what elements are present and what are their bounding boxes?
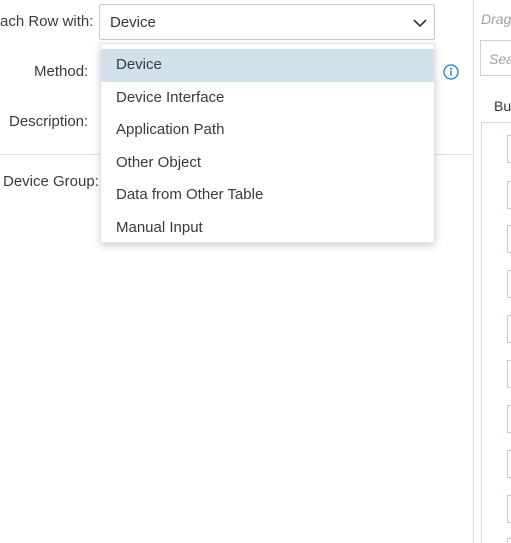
right-search-input[interactable]: Sea: [480, 40, 511, 76]
each-row-with-label: ach Row with:: [0, 13, 94, 30]
tray-item[interactable]: [507, 450, 511, 478]
tray-item[interactable]: [507, 270, 511, 298]
tray-item[interactable]: [507, 495, 511, 523]
tray-item[interactable]: [507, 225, 511, 253]
tray-item[interactable]: [507, 315, 511, 343]
each-row-with-select[interactable]: Device: [99, 4, 435, 40]
panel-divider: [473, 0, 474, 543]
tray-item[interactable]: [507, 405, 511, 433]
right-section-label: Bu: [494, 98, 511, 114]
chevron-down-icon: [413, 19, 427, 28]
info-icon[interactable]: [443, 64, 459, 80]
each-row-with-dropdown-menu: Device Device Interface Application Path…: [100, 43, 435, 243]
method-label: Method:: [34, 63, 89, 80]
right-search-placeholder: Sea: [489, 51, 511, 67]
device-group-label: Device Group:: [3, 173, 99, 190]
description-label: Description:: [9, 113, 89, 130]
tray-item[interactable]: [507, 360, 511, 388]
dropdown-option-other-object[interactable]: Other Object: [101, 147, 434, 180]
dropdown-option-manual-input[interactable]: Manual Input: [101, 212, 434, 245]
dropdown-option-device[interactable]: Device: [101, 49, 434, 82]
dropdown-option-application-path[interactable]: Application Path: [101, 114, 434, 147]
tray-item[interactable]: [507, 135, 511, 163]
dropdown-option-data-from-other-table[interactable]: Data from Other Table: [101, 179, 434, 212]
tray-item[interactable]: [507, 538, 511, 543]
each-row-with-select-value: Device: [110, 14, 156, 31]
dropdown-option-device-interface[interactable]: Device Interface: [101, 82, 434, 115]
drag-hint: Drag: [481, 11, 511, 27]
tray-item[interactable]: [507, 181, 511, 209]
window: ach Row with: Device Method: Description…: [0, 0, 511, 543]
